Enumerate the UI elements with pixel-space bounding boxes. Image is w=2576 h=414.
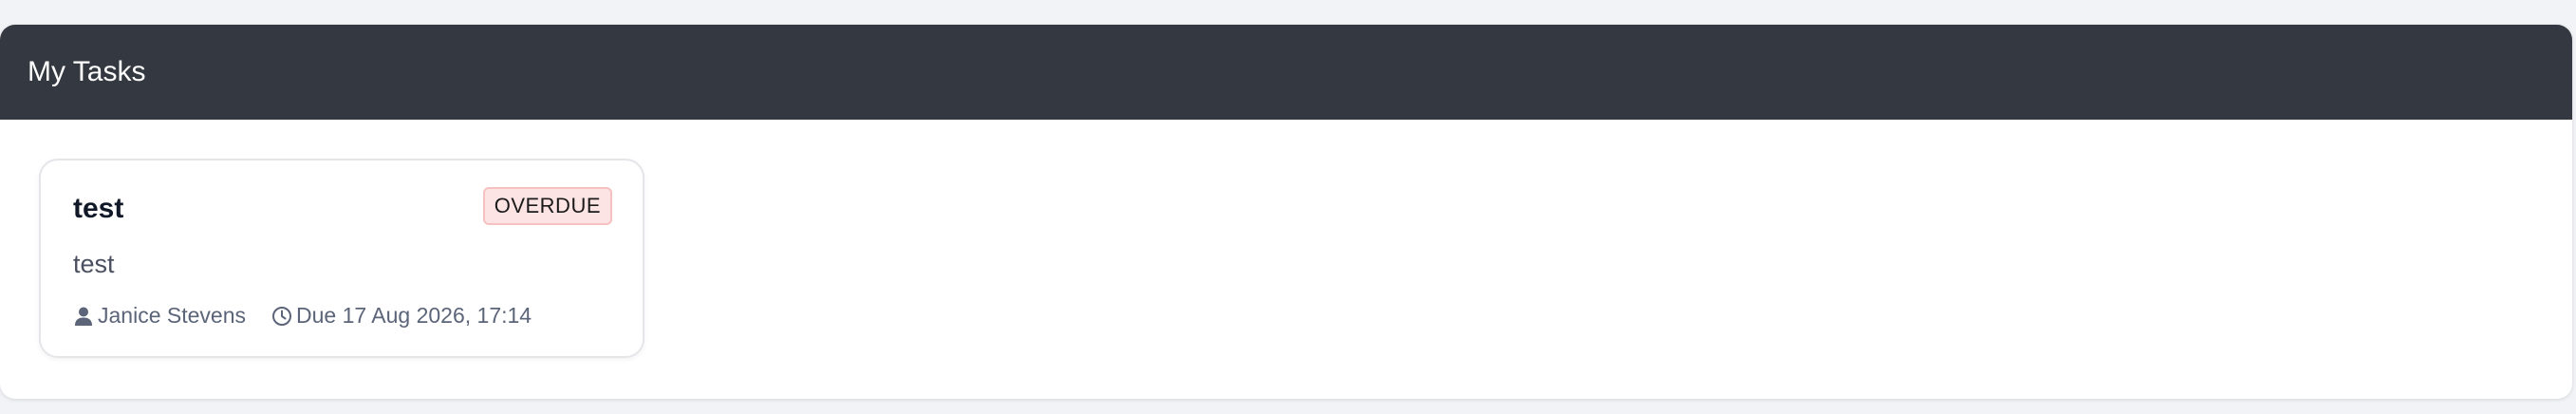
assignee-meta: Janice Stevens <box>73 303 246 329</box>
panel-header: My Tasks <box>0 25 2572 120</box>
due-meta: Due 17 Aug 2026, 17:14 <box>271 303 532 329</box>
user-icon <box>73 306 94 327</box>
my-tasks-panel: My Tasks test OVERDUE test Janice Steven… <box>0 25 2572 399</box>
task-title: test <box>73 193 124 224</box>
task-description: test <box>73 250 115 278</box>
panel-body: test OVERDUE test Janice Stevens Due 17 … <box>0 120 2572 399</box>
task-card[interactable]: test OVERDUE test Janice Stevens Due 17 … <box>39 159 644 358</box>
status-badge: OVERDUE <box>482 187 612 225</box>
clock-icon <box>271 306 292 327</box>
task-meta: Janice Stevens Due 17 Aug 2026, 17:14 <box>73 303 532 329</box>
due-date: Due 17 Aug 2026, 17:14 <box>295 303 532 328</box>
assignee-name: Janice Stevens <box>98 303 246 328</box>
panel-title: My Tasks <box>28 56 146 87</box>
